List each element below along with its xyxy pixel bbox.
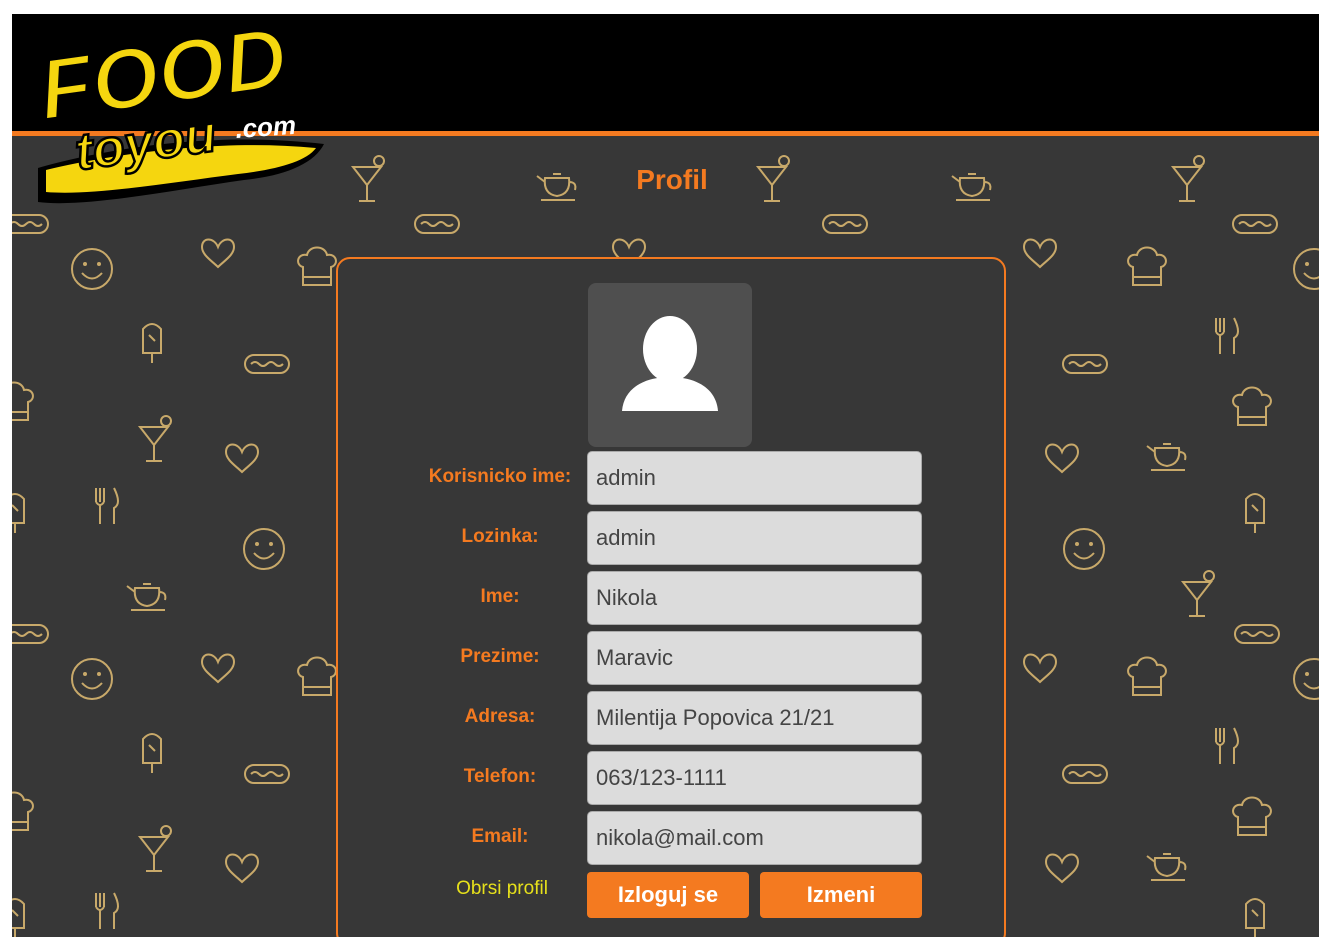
label-password: Lozinka: xyxy=(461,526,539,547)
first-name-field[interactable] xyxy=(587,571,922,625)
label-username: Korisnicko ime: xyxy=(428,466,572,487)
edit-button[interactable]: Izmeni xyxy=(760,872,922,918)
label-address: Adresa: xyxy=(464,706,536,727)
password-field[interactable] xyxy=(587,511,922,565)
last-name-field[interactable] xyxy=(587,631,922,685)
avatar xyxy=(588,283,752,447)
label-last-name: Prezime: xyxy=(460,646,540,667)
page-title: Profil xyxy=(636,164,708,195)
foodtoyou-logo[interactable]: FOOD toyou .com xyxy=(24,14,324,217)
label-phone: Telefon: xyxy=(463,766,537,787)
user-silhouette-icon xyxy=(622,316,718,411)
delete-profile-link[interactable]: Obrsi profil xyxy=(445,878,559,900)
logout-button[interactable]: Izloguj se xyxy=(587,872,749,918)
username-field[interactable] xyxy=(587,451,922,505)
email-field[interactable] xyxy=(587,811,922,865)
label-email: Email: xyxy=(471,826,529,847)
label-first-name: Ime: xyxy=(480,586,520,607)
phone-field[interactable] xyxy=(587,751,922,805)
logo-text-domain: .com xyxy=(234,110,297,144)
address-field[interactable] xyxy=(587,691,922,745)
